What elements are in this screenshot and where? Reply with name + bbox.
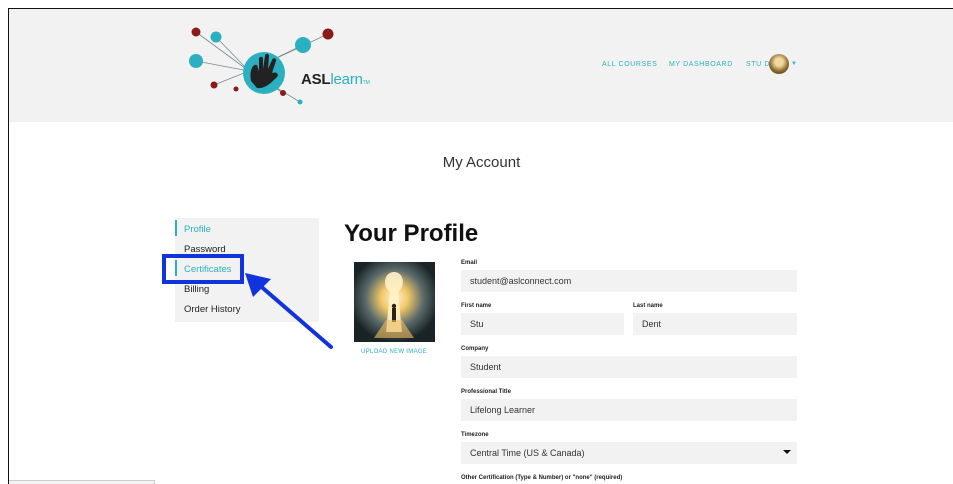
last-name-field[interactable]: Dent [633,313,797,335]
asl-learn-logo[interactable] [179,23,389,113]
nav-user-menu[interactable]: STU D [746,61,770,68]
professional-title-label: Professional Title [461,389,511,395]
profile-image [354,262,435,342]
company-label: Company [461,346,489,352]
email-field[interactable]: student@aslconnect.com [461,270,797,292]
last-name-label: Last name [633,303,663,309]
first-name-label: First name [461,303,492,309]
other-certification-label: Other Certification (Type & Number) or "… [461,475,623,481]
logo-wordmark: ASLlearnTM [301,71,370,88]
email-label: Email [461,260,478,266]
annotation-highlight-box [162,254,244,284]
page-title: My Account [442,154,521,171]
logo-text-light: learn [330,71,363,88]
sidebar-item-profile[interactable]: Profile [184,224,211,235]
browser-status-bar [9,480,155,484]
professional-title-field[interactable]: Lifelong Learner [461,399,797,421]
first-name-field[interactable]: Stu [461,313,624,335]
logo-text-bold: ASL [301,71,331,88]
sidebar-item-order-history[interactable]: Order History [184,304,240,315]
browser-viewport: ASLlearnTM ALL COURSES MY DASHBOARD STU … [8,8,953,484]
caret-down-icon [783,450,791,454]
nav-my-dashboard[interactable]: MY DASHBOARD [669,61,733,68]
timezone-label: Timezone [461,432,489,438]
annotation-arrow-icon [245,273,333,349]
site-header: ASLlearnTM ALL COURSES MY DASHBOARD STU … [9,9,953,122]
upload-new-image-link[interactable]: UPLOAD NEW IMAGE [361,349,427,355]
timezone-select[interactable]: Central Time (US & Canada) [461,442,797,464]
active-indicator [175,220,177,236]
sidebar-item-billing[interactable]: Billing [184,284,209,295]
company-field[interactable]: Student [461,356,797,378]
profile-heading: Your Profile [344,220,479,247]
avatar[interactable] [769,54,789,74]
logo-trademark: TM [362,80,370,86]
timezone-value: Central Time (US & Canada) [470,448,585,458]
chevron-down-icon[interactable]: ▼ [791,61,797,67]
nav-all-courses[interactable]: ALL COURSES [602,61,657,68]
